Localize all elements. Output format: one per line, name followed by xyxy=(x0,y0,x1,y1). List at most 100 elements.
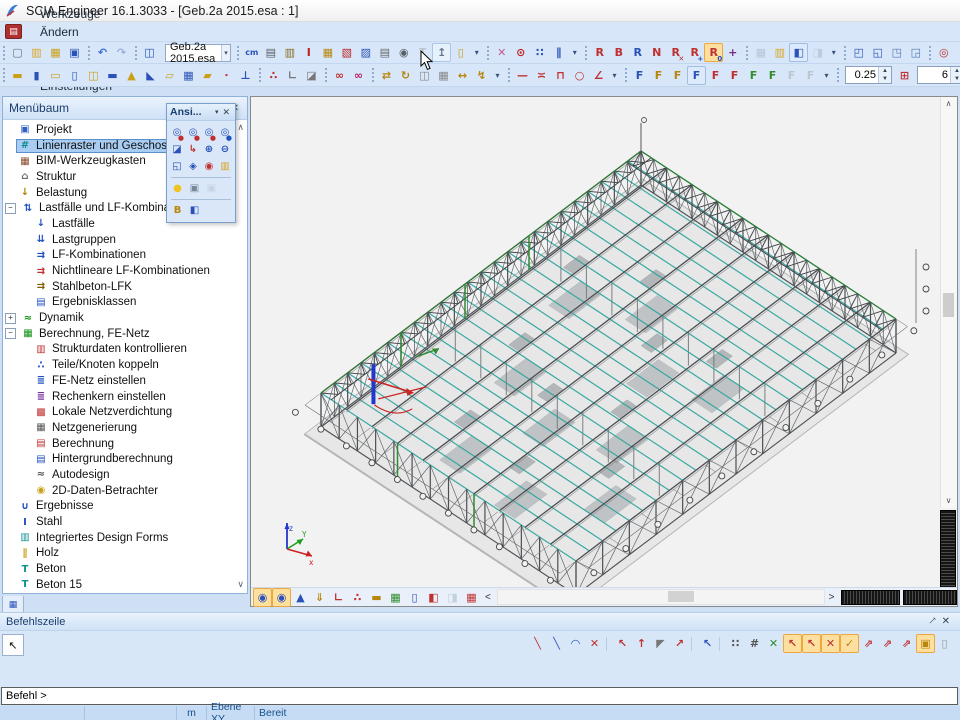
snap-arc-icon[interactable]: ◠ xyxy=(566,634,585,653)
snap-intersections-icon[interactable]: ✕ xyxy=(821,634,840,653)
snap-off-icon[interactable]: ✕ xyxy=(585,634,604,653)
tree-item-berechnung-fe-netz[interactable]: −▦Berechnung, FE-Netz xyxy=(3,326,247,342)
viewport-3d[interactable]: zYx ∧ ∨ ◉◉▲⇓∟∴▬▦▯◧◨▦ < > xyxy=(250,96,958,607)
libraries-icon[interactable]: ▤ xyxy=(261,43,280,62)
palette-header[interactable]: Ansi... ▾ ✕ xyxy=(167,104,235,121)
draw-line-icon[interactable]: — xyxy=(513,66,532,85)
view-direction-icon[interactable]: ▲ xyxy=(291,588,310,607)
project-file-combo[interactable]: Geb.2a 2015.esa ▾ xyxy=(165,44,231,62)
point-grid-icon[interactable]: ∷ xyxy=(530,43,549,62)
blocks-icon[interactable]: ▦ xyxy=(318,43,337,62)
snap-edge-2-icon[interactable]: ⇗ xyxy=(878,634,897,653)
open-results-icon[interactable]: ▥ xyxy=(770,43,789,62)
member-axes-icon[interactable]: ∥ xyxy=(549,43,568,62)
window-view-1-icon[interactable]: ◧ xyxy=(424,588,443,607)
docked-panel-tab[interactable]: ▦ xyxy=(2,596,24,613)
tree-item-teile-knoten-koppeln[interactable]: ∴Teile/Knoten koppeln xyxy=(3,357,247,373)
mirror-icon[interactable]: ◫ xyxy=(415,66,434,85)
rotate-bar-horizontal-2[interactable] xyxy=(903,590,957,605)
open-project-icon[interactable]: ▥ xyxy=(27,43,46,62)
redo-icon[interactable]: ↷ xyxy=(112,43,131,62)
member-opening-icon[interactable]: ◫ xyxy=(84,66,103,85)
section-f5-icon[interactable]: F xyxy=(706,66,725,85)
view-goggles-wire-icon[interactable]: ◉ xyxy=(253,588,272,607)
floating-palette-ansicht[interactable]: Ansi... ▾ ✕ ◎●◎●◎●◎●◪↳⊕⊖◱◈◉▥●▣▣B◧ xyxy=(166,103,236,223)
member-rib-icon[interactable]: ▬ xyxy=(103,66,122,85)
fly-through-icon[interactable]: » xyxy=(953,43,960,62)
member-beam-icon[interactable]: ▬ xyxy=(8,66,27,85)
gallery-open-icon[interactable]: ◲ xyxy=(906,43,925,62)
multicopy-icon[interactable]: ▦ xyxy=(434,66,453,85)
picture-gallery-icon[interactable]: ▨ xyxy=(356,43,375,62)
section-f4-icon[interactable]: F xyxy=(687,66,706,85)
vscroll-thumb[interactable] xyxy=(943,293,954,317)
tree-item-lastgruppen[interactable]: ⇊Lastgruppen xyxy=(3,232,247,248)
tree-item-stahlbeton-lfk[interactable]: ⇉Stahlbeton-LFK xyxy=(3,279,247,295)
rotate-copy-icon[interactable]: ↻ xyxy=(396,66,415,85)
member-support-icon[interactable]: ⊥ xyxy=(236,66,255,85)
section-f8-icon[interactable]: F xyxy=(763,66,782,85)
view-y-icon[interactable]: ◎● xyxy=(185,124,201,141)
light-bulb-icon[interactable]: ● xyxy=(169,180,186,197)
gallery-add-icon[interactable]: ◳ xyxy=(887,43,906,62)
node-tools-icon[interactable]: ∴ xyxy=(264,66,283,85)
menu--ndern[interactable]: Ändern xyxy=(30,23,122,41)
mesh-display-icon[interactable]: ▦ xyxy=(386,588,405,607)
tree-item-netzgenerierung[interactable]: ▦Netzgenerierung xyxy=(3,420,247,436)
expand-icon[interactable]: + xyxy=(5,313,16,324)
overflow-calc-icon[interactable]: ▾ xyxy=(827,43,840,62)
camera-store-icon[interactable]: ▣ xyxy=(186,180,203,197)
draw-circle-icon[interactable]: ○ xyxy=(570,66,589,85)
command-close-icon[interactable]: ✕ xyxy=(938,616,954,627)
camera-recall-icon[interactable]: ▣ xyxy=(203,180,220,197)
snap-edge-3-icon[interactable]: ⇗ xyxy=(897,634,916,653)
calculator-icon[interactable]: ▦ xyxy=(751,43,770,62)
tree-item-berechnung[interactable]: ▤Berechnung xyxy=(3,436,247,452)
cross-sections-icon[interactable]: I xyxy=(299,43,318,62)
overflow-draw-icon[interactable]: ▾ xyxy=(608,66,621,85)
check-structure-data-icon[interactable]: ⊙ xyxy=(511,43,530,62)
tree-item-integriertes-design-forms[interactable]: ▥Integriertes Design Forms xyxy=(3,530,247,546)
menu-werkzeuge[interactable]: Werkzeuge xyxy=(30,5,122,23)
section-f10-icon[interactable]: F xyxy=(801,66,820,85)
palette-close-icon[interactable]: ✕ xyxy=(220,107,232,118)
clipping-box-icon[interactable]: B xyxy=(169,202,186,219)
member-load-panel-icon[interactable]: ▦ xyxy=(179,66,198,85)
view-z-icon[interactable]: ◎● xyxy=(201,124,217,141)
zoom-in-icon[interactable]: ⊕ xyxy=(201,141,217,158)
tree-item-2d-daten-betrachter[interactable]: ◉2D-Daten-Betrachter xyxy=(3,483,247,499)
grid-view-icon[interactable]: ▦ xyxy=(462,588,481,607)
overflow-sections-icon[interactable]: ▾ xyxy=(820,66,833,85)
collapse-icon[interactable]: − xyxy=(5,203,16,214)
text-document-icon[interactable]: T xyxy=(413,43,432,62)
view-axo-icon[interactable]: ◎● xyxy=(217,124,233,141)
snap-dot-grid-icon[interactable]: ▣ xyxy=(916,634,935,653)
member-column-icon[interactable]: ▮ xyxy=(27,66,46,85)
scroll-right-icon[interactable]: > xyxy=(825,592,839,603)
member-truss-icon[interactable]: ▲ xyxy=(122,66,141,85)
zoom-out-icon[interactable]: ⊖ xyxy=(217,141,233,158)
dimension-grid-icon[interactable]: ⊞ xyxy=(895,66,914,85)
tree-item-stahl[interactable]: IStahl xyxy=(3,514,247,530)
connect-members-icon[interactable]: ∞ xyxy=(330,66,349,85)
snap-line-1-icon[interactable]: ╲ xyxy=(528,634,547,653)
units-cm-icon[interactable]: cm xyxy=(242,43,261,62)
zoom-window-icon[interactable]: ◱ xyxy=(169,158,185,175)
member-params-icon[interactable]: ▬ xyxy=(367,588,386,607)
hscroll-thumb[interactable] xyxy=(668,591,694,602)
snap-green-icon[interactable]: ✕ xyxy=(764,634,783,653)
snap-endpoints-icon[interactable]: ↖ xyxy=(783,634,802,653)
snap-ortho-icon[interactable]: ✓ xyxy=(840,634,859,653)
member-catalog-icon[interactable]: ▰ xyxy=(198,66,217,85)
selection-workplane-icon[interactable]: R xyxy=(628,43,647,62)
document-export-icon[interactable]: ↥ xyxy=(432,43,451,62)
snap-edge-1-icon[interactable]: ⇗ xyxy=(859,634,878,653)
member-arbitrary-icon[interactable]: ▱ xyxy=(160,66,179,85)
tree-item-nichtlineare-lf-kombinationen[interactable]: ⇉Nichtlineare LF-Kombinationen xyxy=(3,263,247,279)
stretch-icon[interactable]: ↯ xyxy=(472,66,491,85)
spin-up-icon[interactable]: ▲ xyxy=(951,67,960,75)
member-plate-icon[interactable]: ▭ xyxy=(46,66,65,85)
node-display-icon[interactable]: ∴ xyxy=(348,588,367,607)
print-preview-icon[interactable]: ◉ xyxy=(394,43,413,62)
view-corner-icon[interactable]: ◪ xyxy=(169,141,185,158)
